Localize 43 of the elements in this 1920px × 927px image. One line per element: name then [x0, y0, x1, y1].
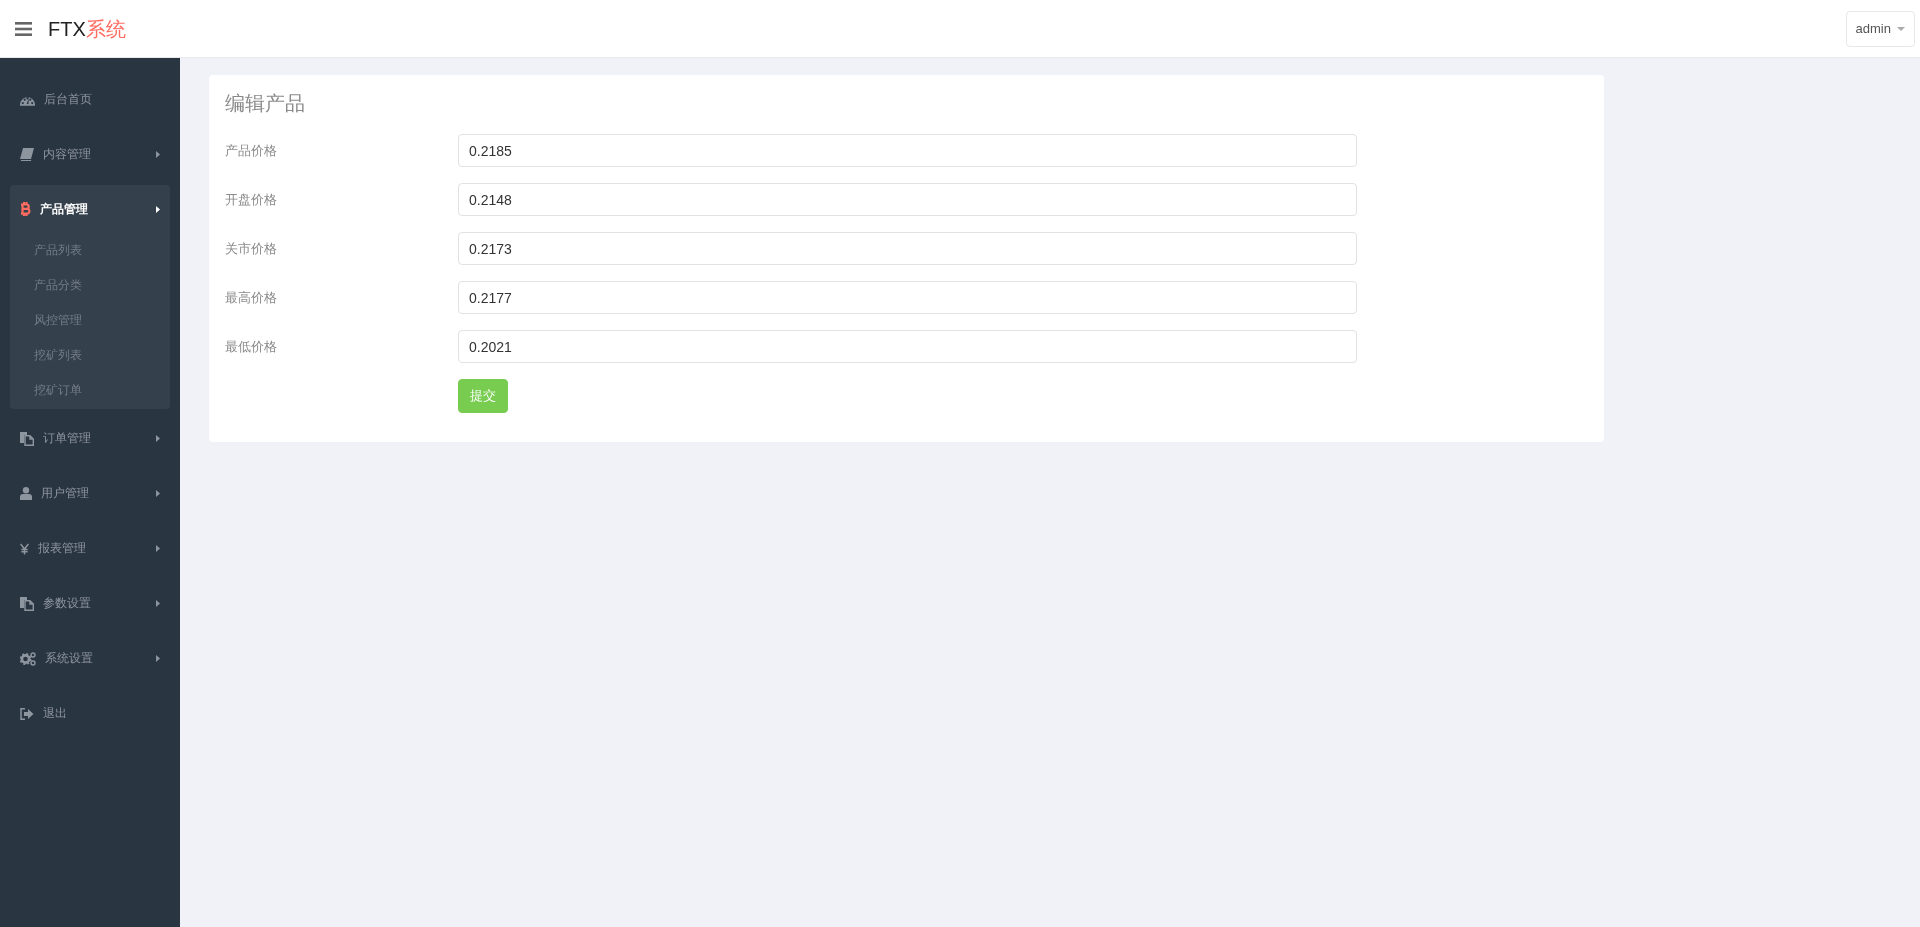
sidebar-item[interactable]: 产品管理: [10, 185, 170, 233]
field-label: 关市价格: [225, 239, 278, 258]
files-icon: [20, 596, 34, 611]
submenu-item[interactable]: 挖矿订单: [10, 373, 170, 408]
sign-out-icon: [20, 707, 34, 720]
caret-right-icon: [156, 205, 160, 213]
caret-right-icon: [156, 151, 160, 158]
caret-right-icon: [156, 545, 160, 552]
submenu-item[interactable]: 产品列表: [10, 233, 170, 268]
files-icon: [20, 431, 34, 446]
field-label: 产品价格: [225, 141, 278, 160]
field-label: 开盘价格: [225, 190, 278, 209]
input-field[interactable]: 0.2021: [458, 330, 1357, 363]
sidebar-item[interactable]: 订单管理: [0, 411, 180, 466]
user-icon: [20, 487, 32, 500]
sidebar-item[interactable]: 报表管理: [0, 521, 180, 576]
book-icon: [20, 148, 34, 161]
field-label: 最低价格: [225, 337, 278, 356]
submenu-item[interactable]: 挖矿列表: [10, 338, 170, 373]
input-field[interactable]: 0.2185: [458, 134, 1357, 167]
sidebar-item[interactable]: 内容管理: [0, 127, 180, 182]
sidebar-item[interactable]: 系统设置: [0, 631, 180, 686]
caret-right-icon: [156, 490, 160, 497]
user-menu-button[interactable]: admin: [1845, 10, 1915, 47]
form-title: 编辑产品: [225, 91, 306, 116]
menu-icon[interactable]: [15, 21, 32, 36]
caret-down-icon: [1897, 26, 1905, 31]
brand-title: FTX系统: [48, 16, 126, 41]
sidebar-item[interactable]: 退出: [0, 686, 180, 741]
sidebar-item[interactable]: 参数设置: [0, 576, 180, 631]
yen-icon: [20, 542, 29, 555]
input-field[interactable]: 0.2173: [458, 232, 1357, 265]
input-field[interactable]: 0.2177: [458, 281, 1357, 314]
gears-icon: [20, 651, 36, 666]
sidebar-item[interactable]: 后台首页: [0, 72, 180, 127]
caret-right-icon: [156, 600, 160, 607]
bitcoin-icon: [20, 202, 31, 216]
field-label: 最高价格: [225, 288, 278, 307]
caret-right-icon: [156, 435, 160, 442]
input-field[interactable]: 0.2148: [458, 183, 1357, 216]
sidebar-item[interactable]: 用户管理: [0, 466, 180, 521]
submenu-item[interactable]: 产品分类: [10, 268, 170, 303]
caret-right-icon: [156, 655, 160, 662]
